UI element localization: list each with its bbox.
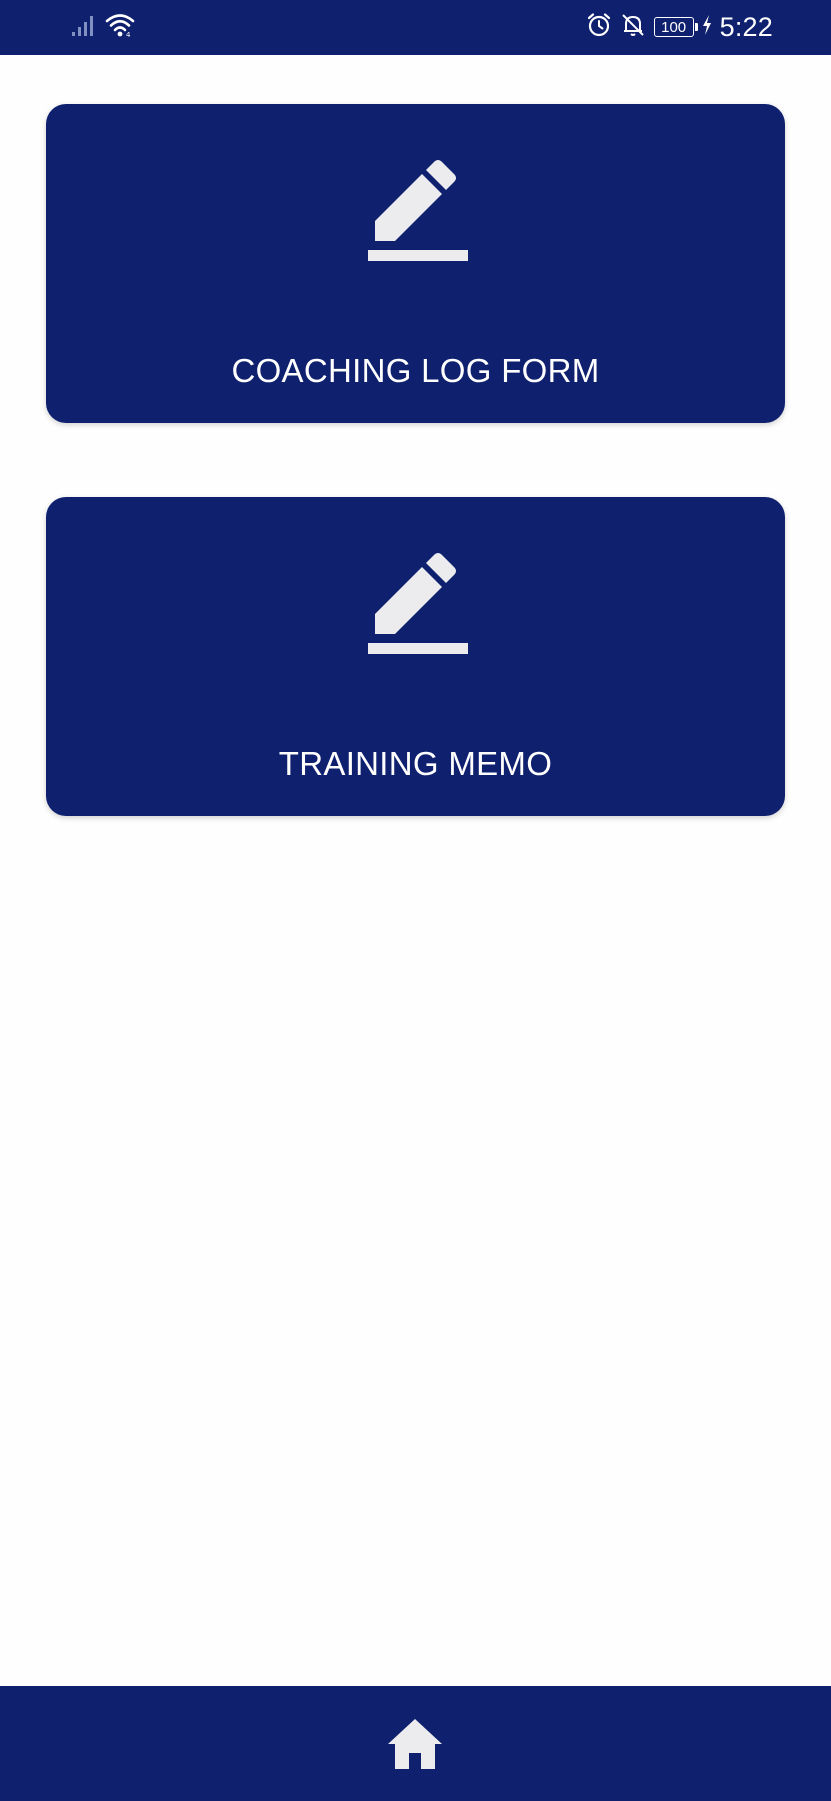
status-left: 4 — [70, 12, 136, 42]
signal-icon — [70, 12, 98, 43]
svg-text:4: 4 — [126, 31, 131, 38]
alarm-icon — [586, 12, 612, 43]
coaching-log-form-card[interactable]: COACHING LOG FORM — [46, 104, 785, 423]
status-right: 100 5:22 — [586, 10, 773, 44]
card-label: COACHING LOG FORM — [231, 352, 600, 389]
notifications-off-icon — [620, 12, 646, 43]
battery-icon: 100 — [653, 17, 698, 37]
battery-level: 100 — [661, 18, 687, 36]
app-screen: 4 100 5:22 COACHING LOG FORM TRAINING ME… — [0, 0, 831, 1801]
status-bar: 4 100 5:22 — [0, 0, 831, 55]
charging-icon — [702, 14, 712, 41]
wifi-icon: 4 — [104, 12, 136, 43]
home-icon[interactable] — [385, 1716, 445, 1772]
bottom-nav — [0, 1686, 831, 1801]
training-memo-card[interactable]: TRAINING MEMO — [46, 497, 785, 816]
card-label: TRAINING MEMO — [278, 745, 553, 782]
status-time: 5:22 — [719, 11, 773, 42]
edit-icon — [364, 157, 470, 271]
edit-icon — [364, 550, 470, 664]
